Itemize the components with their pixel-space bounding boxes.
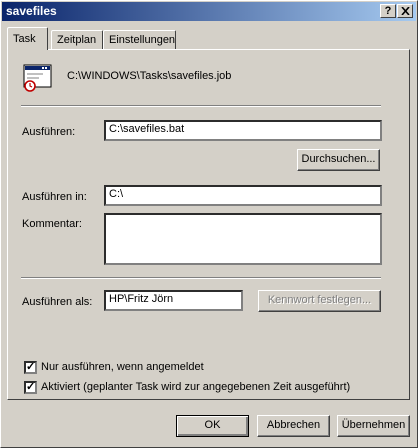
start-in-label: Ausführen in: [22,191,87,203]
tab-task[interactable]: Task [7,27,48,50]
run-as-input[interactable]: HP\Fritz Jörn [104,290,243,311]
run-input[interactable]: C:\savefiles.bat [104,120,382,141]
start-in-input[interactable]: C:\ [104,185,382,206]
enabled-checkbox[interactable]: ✓ [24,381,37,394]
help-button[interactable]: ? [380,4,396,18]
close-button[interactable] [397,4,413,18]
close-icon [400,6,410,16]
job-path: C:\WINDOWS\Tasks\savefiles.job [67,70,232,82]
window-title: savefiles [6,4,57,18]
apply-button[interactable]: Übernehmen [337,415,410,437]
tab-einstellungen[interactable]: Einstellungen [103,30,176,49]
title-bar[interactable]: savefiles ? [2,2,416,21]
comment-label: Kommentar: [22,218,82,230]
ok-button[interactable]: OK [176,415,249,437]
separator [21,277,381,279]
set-password-button: Kennwort festlegen... [258,290,381,312]
only-logged-on-checkbox[interactable]: ✓ [24,361,37,374]
separator [21,105,381,107]
run-as-label: Ausführen als: [22,296,93,308]
comment-textarea[interactable] [104,213,382,265]
run-label: Ausführen: [22,126,76,138]
dialog-window: savefiles ? Task Zeitplan Einstellungen … [0,0,418,448]
set-password-label: Kennwort festlegen... [267,294,372,306]
browse-button[interactable]: Durchsuchen... [297,149,380,171]
enabled-label: Aktiviert (geplanter Task wird zur angeg… [41,381,351,393]
tab-zeitplan[interactable]: Zeitplan [51,30,103,49]
cancel-button[interactable]: Abbrechen [257,415,330,437]
scheduled-task-icon [23,64,52,92]
only-logged-on-label: Nur ausführen, wenn angemeldet [41,361,204,373]
